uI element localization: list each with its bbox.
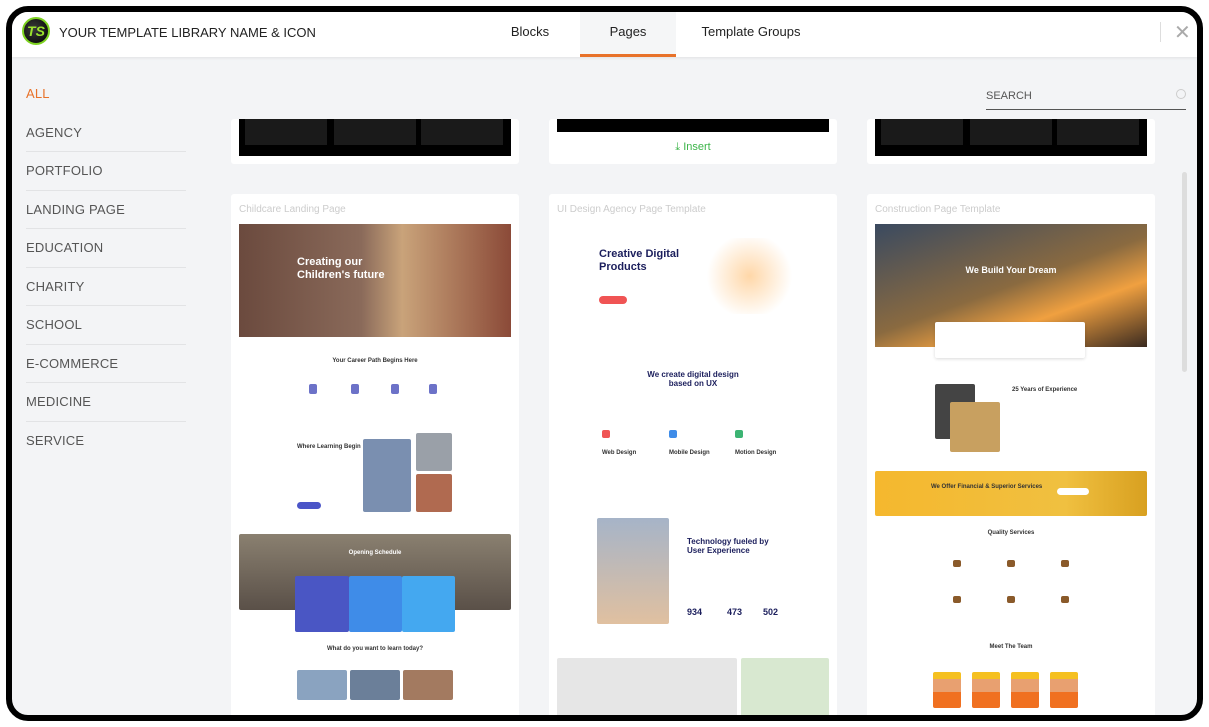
category-school[interactable]: SCHOOL <box>26 306 186 345</box>
preview-section: 25 Years of Experience <box>1012 387 1078 393</box>
preview-section: Your Career Path Begins Here <box>332 358 418 364</box>
download-icon: ⤓ <box>675 141 684 153</box>
preview-stat: 502 <box>763 607 779 617</box>
template-card-childcare[interactable]: Childcare Landing Page Creating our Chil… <box>231 194 519 715</box>
template-preview: We Build Your Dream 25 Years of Experien… <box>875 224 1147 715</box>
library-title: YOUR TEMPLATE LIBRARY NAME & ICON <box>59 25 316 40</box>
tab-pages[interactable]: Pages <box>580 12 676 57</box>
template-card[interactable] <box>231 119 519 164</box>
search-icon[interactable] <box>1176 89 1186 99</box>
preview-section: Meet The Team <box>989 644 1033 650</box>
preview-headline: Creating our Children's future <box>297 256 385 281</box>
preview-section: We create digital design based on UX <box>647 370 739 388</box>
insert-label: Insert <box>683 141 711 153</box>
card-title: Construction Page Template <box>875 204 1001 215</box>
template-card-construction[interactable]: Construction Page Template We Build Your… <box>867 194 1155 715</box>
preview-section: Opening Schedule <box>348 550 402 556</box>
template-preview: Creating our Children's future Your Care… <box>239 224 511 715</box>
scrollbar[interactable] <box>1182 172 1187 372</box>
card-title: Childcare Landing Page <box>239 204 346 215</box>
close-icon[interactable]: ✕ <box>1174 20 1191 45</box>
category-e-commerce[interactable]: E-COMMERCE <box>26 345 186 383</box>
template-preview <box>875 119 1147 156</box>
template-preview <box>239 119 511 156</box>
tab-template-groups[interactable]: Template Groups <box>686 12 816 57</box>
divider <box>1160 22 1161 42</box>
category-sidebar: ALL AGENCY PORTFOLIO LANDING PAGE EDUCAT… <box>12 57 200 460</box>
preview-headline: We Build Your Dream <box>965 265 1057 275</box>
search-placeholder: SEARCH <box>986 90 1032 102</box>
preview-section: Technology fueled by User Experience <box>687 537 769 555</box>
template-card[interactable]: ⤓ Insert <box>549 119 837 164</box>
category-landing-page[interactable]: LANDING PAGE <box>26 191 186 229</box>
preview-service: Mobile Design <box>669 450 710 456</box>
category-all[interactable]: ALL <box>26 75 186 114</box>
template-library-modal: TS YOUR TEMPLATE LIBRARY NAME & ICON Blo… <box>6 6 1203 721</box>
preview-headline: Creative Digital Products <box>599 248 680 273</box>
category-charity[interactable]: CHARITY <box>26 268 186 306</box>
template-preview: Creative Digital Products We create digi… <box>557 224 829 715</box>
card-title: UI Design Agency Page Template <box>557 204 706 215</box>
category-education[interactable]: EDUCATION <box>26 229 186 268</box>
category-medicine[interactable]: MEDICINE <box>26 383 186 422</box>
insert-button[interactable]: ⤓ Insert <box>549 141 837 154</box>
preview-stat: 473 <box>727 607 743 617</box>
preview-service: Web Design <box>602 450 637 456</box>
preview-section: Where Learning Begin <box>297 444 361 450</box>
library-logo: TS <box>22 17 50 45</box>
preview-service: Motion Design <box>735 450 777 456</box>
category-agency[interactable]: AGENCY <box>26 114 186 152</box>
search-input[interactable]: SEARCH <box>986 82 1186 110</box>
tab-blocks[interactable]: Blocks <box>480 12 580 57</box>
category-portfolio[interactable]: PORTFOLIO <box>26 152 186 191</box>
template-preview <box>557 119 829 132</box>
preview-section: We Offer Financial & Superior Services <box>931 484 1043 490</box>
template-card[interactable] <box>867 119 1155 164</box>
preview-stat: 934 <box>687 607 703 617</box>
preview-section: What do you want to learn today? <box>327 646 423 652</box>
preview-section: Quality Services <box>987 530 1035 536</box>
header: TS YOUR TEMPLATE LIBRARY NAME & ICON Blo… <box>12 12 1197 57</box>
template-card-ui-design-agency[interactable]: UI Design Agency Page Template Creative … <box>549 194 837 715</box>
category-service[interactable]: SERVICE <box>26 422 186 461</box>
